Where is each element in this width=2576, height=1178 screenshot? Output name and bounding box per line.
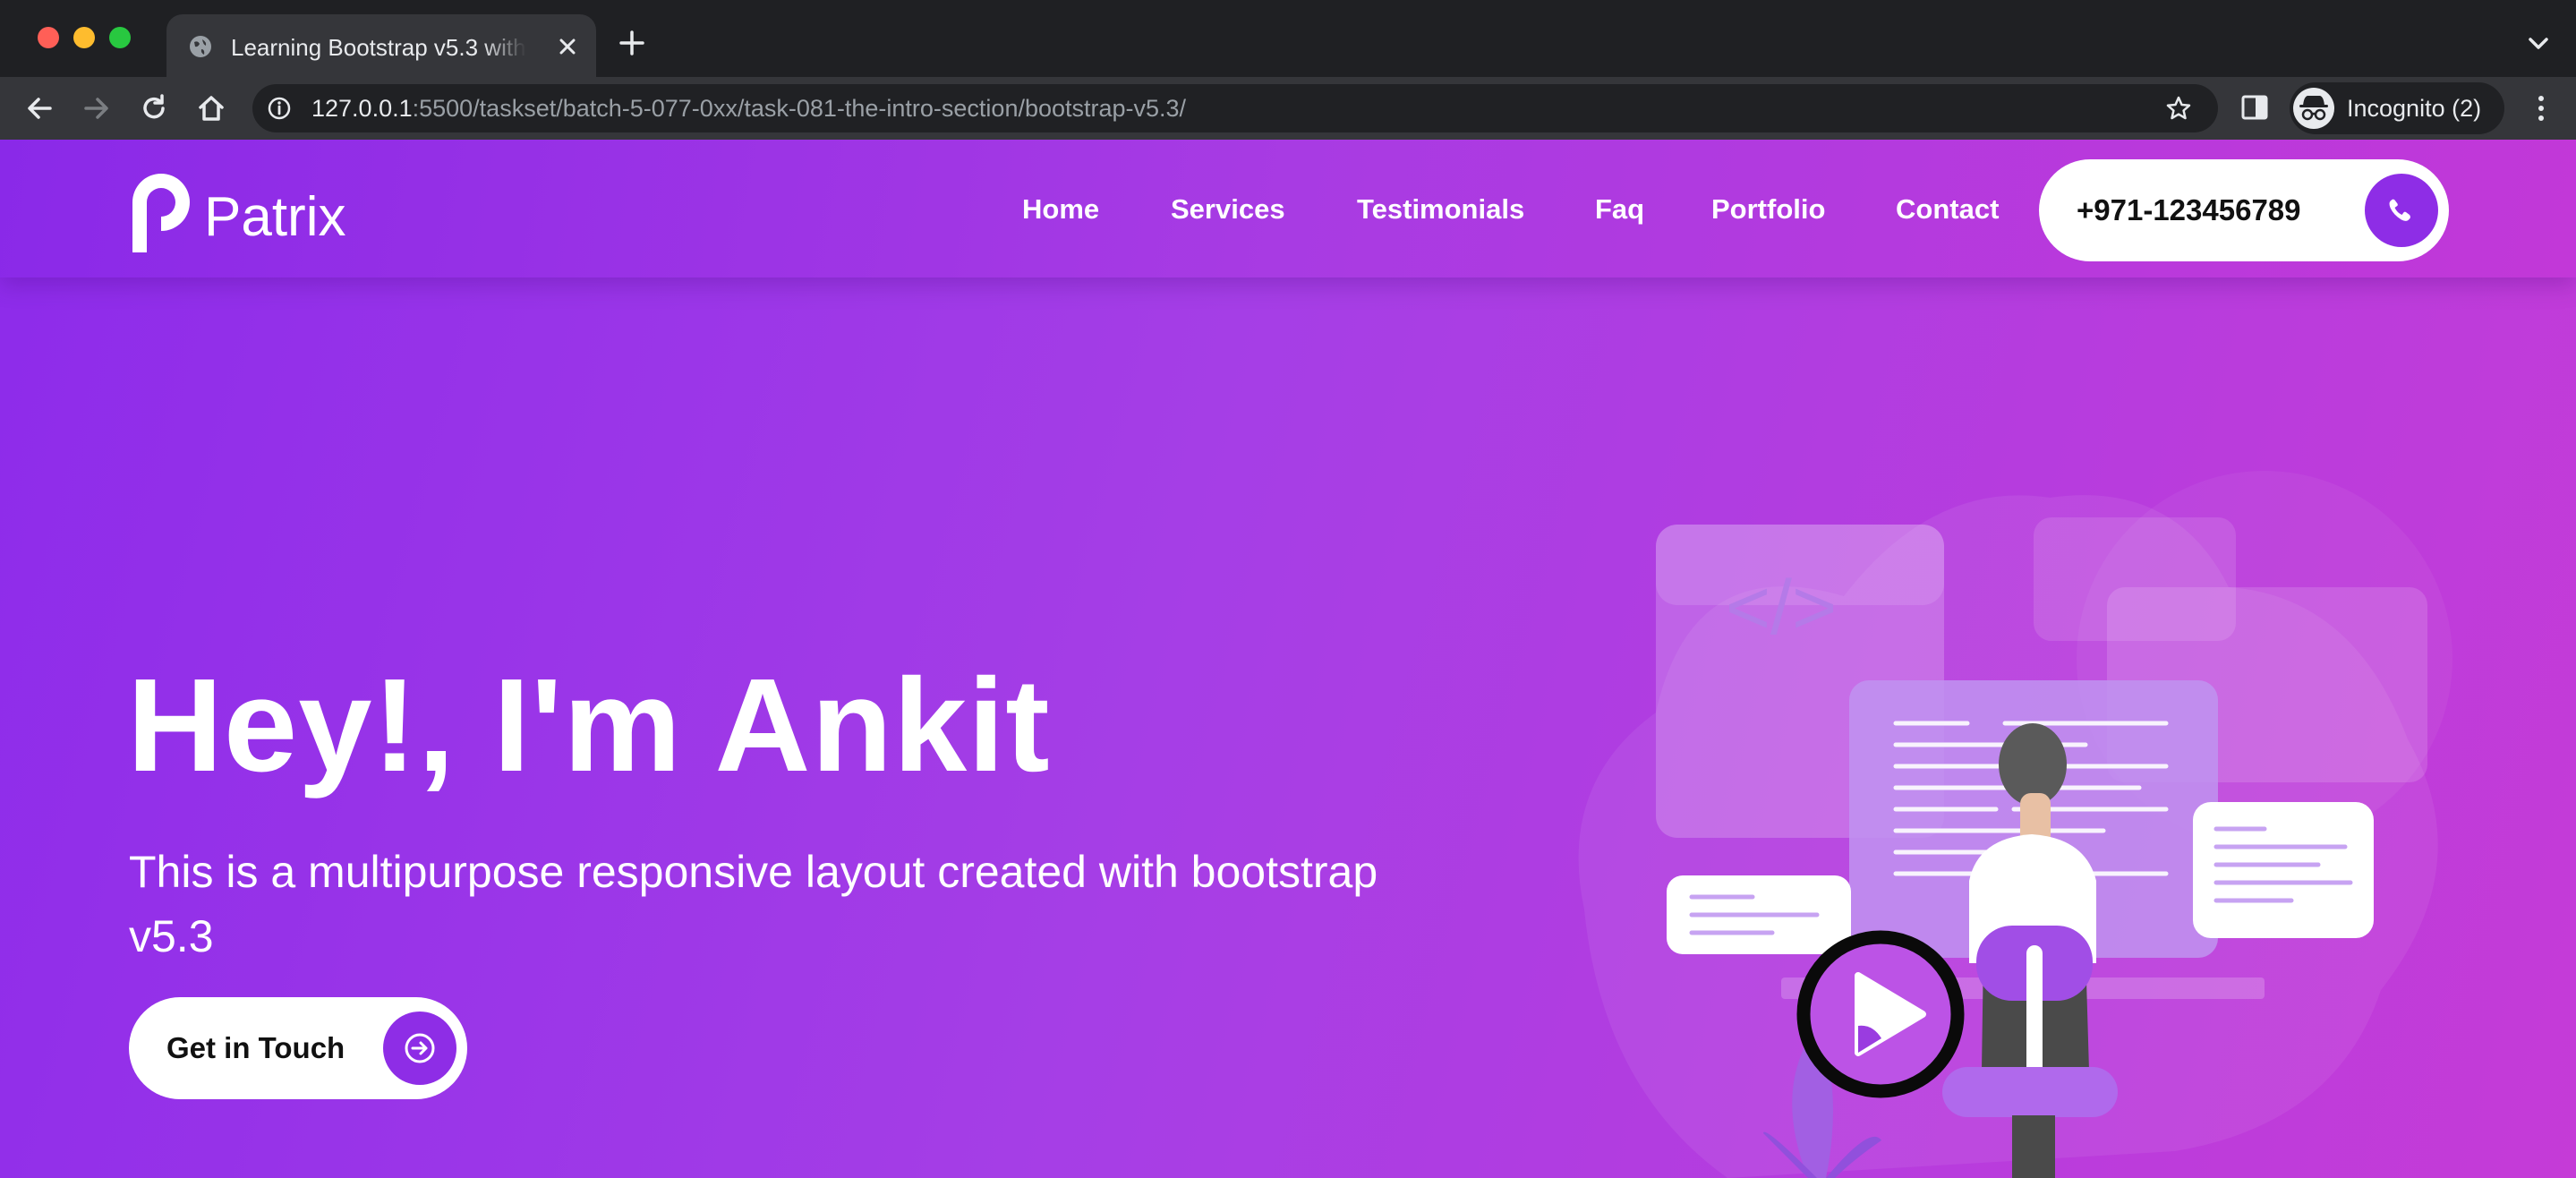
logo-mark-icon (132, 174, 190, 252)
profile-button[interactable]: Incognito (2) (2290, 82, 2504, 134)
logo-text: Patrix (204, 186, 346, 248)
window-close-button[interactable] (38, 27, 59, 48)
hero-title: Hey!, I'm Ankit (127, 652, 1051, 799)
side-panel-icon[interactable] (2239, 92, 2270, 123)
forward-icon[interactable] (81, 92, 113, 124)
browser-tab-bar: Learning Bootstrap v5.3 with sass (0, 0, 2576, 77)
info-icon[interactable] (267, 96, 292, 121)
nav-link-portfolio[interactable]: Portfolio (1711, 192, 1825, 227)
browser-tab-active[interactable]: Learning Bootstrap v5.3 with sass (166, 14, 596, 77)
hero-illustration: </> (1578, 471, 2452, 1178)
nav-link-testimonials[interactable]: Testimonials (1357, 192, 1524, 227)
reload-icon[interactable] (138, 92, 170, 124)
globe-icon (190, 36, 211, 57)
tab-title: Learning Bootstrap v5.3 with sass (231, 34, 526, 61)
window-minimize-button[interactable] (73, 27, 95, 48)
site-navbar: Patrix Home Services Testimonials Faq Po… (0, 140, 2576, 277)
chevron-down-icon[interactable] (2526, 32, 2551, 54)
arrow-right-icon (405, 1033, 435, 1063)
url-text: 127.0.0.1:5500/taskset/batch-5-077-0xx/t… (311, 93, 1186, 124)
incognito-icon (2293, 88, 2334, 129)
kebab-menu-icon[interactable] (2528, 92, 2555, 124)
back-icon[interactable] (23, 92, 55, 124)
phone-button[interactable]: +971-123456789 (2039, 159, 2449, 261)
hero-subtitle: This is a multipurpose responsive layout… (129, 847, 1378, 961)
browser-toolbar: 127.0.0.1:5500/taskset/batch-5-077-0xx/t… (0, 77, 2576, 140)
address-bar[interactable]: 127.0.0.1:5500/taskset/batch-5-077-0xx/t… (252, 84, 2218, 132)
nav-link-services[interactable]: Services (1171, 192, 1285, 227)
nav-link-home[interactable]: Home (1022, 192, 1099, 227)
phone-icon-circle (2365, 174, 2438, 247)
cta-icon-circle (383, 1012, 456, 1085)
get-in-touch-button[interactable]: Get in Touch (129, 997, 467, 1099)
code-tag-text: </> (1726, 565, 1837, 651)
plus-icon[interactable] (618, 29, 646, 57)
home-icon[interactable] (195, 92, 227, 124)
nav-link-contact[interactable]: Contact (1896, 192, 1999, 227)
nav-link-faq[interactable]: Faq (1595, 192, 1644, 227)
close-icon[interactable] (553, 32, 582, 61)
url-path: :5500/taskset/batch-5-077-0xx/task-081-t… (412, 95, 1187, 122)
play-icon[interactable] (1796, 929, 1966, 1099)
web-page: Patrix Home Services Testimonials Faq Po… (0, 140, 2576, 1178)
phone-number: +971-123456789 (2077, 193, 2301, 226)
phone-icon (2389, 199, 2410, 221)
window-maximize-button[interactable] (109, 27, 131, 48)
star-icon[interactable] (2164, 94, 2193, 123)
url-host: 127.0.0.1 (311, 95, 413, 122)
profile-label: Incognito (2) (2347, 95, 2482, 122)
cta-label: Get in Touch (166, 1031, 345, 1064)
